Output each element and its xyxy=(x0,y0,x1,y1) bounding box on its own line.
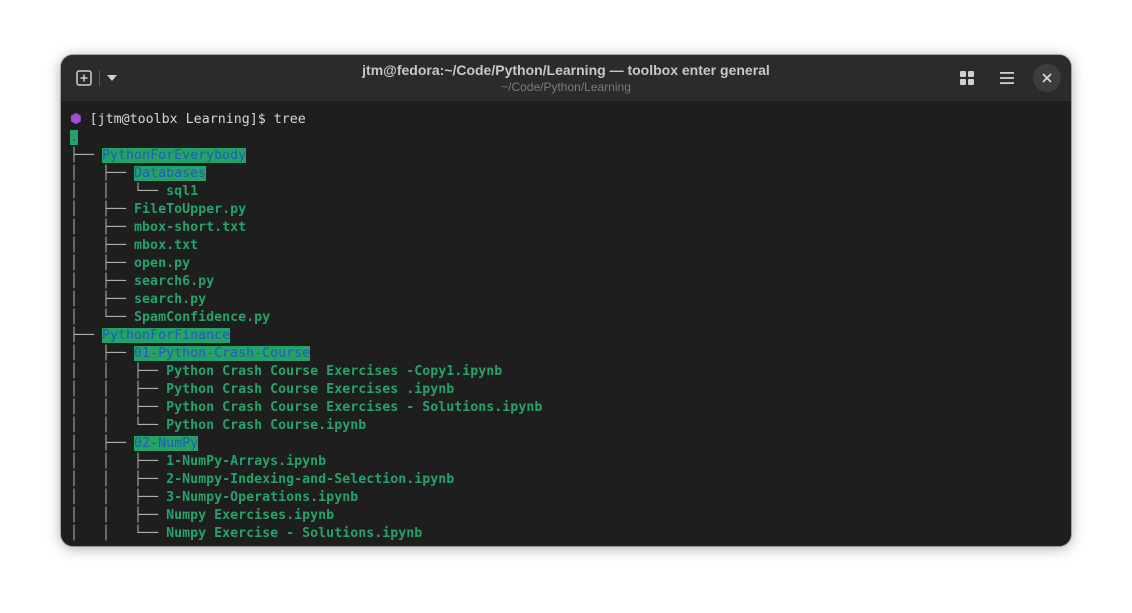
directory-name: Databases xyxy=(134,166,207,181)
tree-line: │ │ ├── 2-Numpy-Indexing-and-Selection.i… xyxy=(70,471,1071,489)
tree-branch: │ ├── xyxy=(70,166,135,181)
tree-branch: ├── xyxy=(70,148,103,163)
tree-branch: │ ├── xyxy=(70,274,135,289)
tree-branch: │ │ ├── xyxy=(70,364,167,379)
tree-line: │ └── SpamConfidence.py xyxy=(70,309,1071,327)
prompt-line: ⬢ [jtm@toolbx Learning]$ tree xyxy=(70,111,1071,129)
divider xyxy=(99,70,100,86)
window-controls xyxy=(941,64,1061,92)
file-name: open.py xyxy=(134,256,191,271)
close-button[interactable] xyxy=(1033,64,1061,92)
title-bar[interactable]: jtm@fedora:~/Code/Python/Learning — tool… xyxy=(61,55,1071,101)
new-tab-icon xyxy=(76,70,92,86)
close-icon xyxy=(1042,73,1052,83)
grid-icon xyxy=(960,71,974,85)
file-name: 1-NumPy-Arrays.ipynb xyxy=(166,454,327,469)
hamburger-menu-icon xyxy=(1000,72,1014,84)
terminal-output[interactable]: ⬢ [jtm@toolbx Learning]$ tree . ├── Pyth… xyxy=(61,101,1071,546)
tree-line: │ ├── mbox-short.txt xyxy=(70,219,1071,237)
tree-line: │ │ ├── Python Crash Course Exercises .i… xyxy=(70,381,1071,399)
tree-line: │ ├── Databases xyxy=(70,165,1071,183)
chevron-down-icon xyxy=(107,75,117,81)
tree-line: │ ├── search6.py xyxy=(70,273,1071,291)
tree-branch: ├── xyxy=(70,328,103,343)
tree-root-line: . xyxy=(70,129,1071,147)
tree-line: │ ├── 02-NumPy xyxy=(70,435,1071,453)
terminal-lines: ⬢ [jtm@toolbx Learning]$ tree . ├── Pyth… xyxy=(70,111,1071,543)
tab-controls xyxy=(71,65,122,91)
tree-branch: │ ├── xyxy=(70,238,135,253)
tree-line: │ │ └── Numpy Exercise - Solutions.ipynb xyxy=(70,525,1071,543)
file-name: 3-Numpy-Operations.ipynb xyxy=(166,490,359,505)
file-name: Python Crash Course.ipynb xyxy=(166,418,367,433)
directory-name: 01-Python-Crash-Course xyxy=(134,346,311,361)
main-menu-button[interactable] xyxy=(993,64,1021,92)
tree-branch: │ │ └── xyxy=(70,526,167,541)
file-name: Python Crash Course Exercises - Solution… xyxy=(166,400,543,415)
prompt-text: [jtm@toolbx Learning]$ tree xyxy=(81,112,306,127)
window-subtitle: ~/Code/Python/Learning xyxy=(501,80,631,94)
file-name: mbox-short.txt xyxy=(134,220,247,235)
title-area: jtm@fedora:~/Code/Python/Learning — tool… xyxy=(61,61,1071,95)
file-name: mbox.txt xyxy=(134,238,199,253)
file-name: SpamConfidence.py xyxy=(134,310,271,325)
tree-line: │ ├── search.py xyxy=(70,291,1071,309)
file-name: sql1 xyxy=(166,184,199,199)
tree-line: │ │ └── Python Crash Course.ipynb xyxy=(70,417,1071,435)
tree-branch: │ │ ├── xyxy=(70,400,167,415)
tree-branch: │ │ ├── xyxy=(70,454,167,469)
tree-root: . xyxy=(70,130,79,145)
tree-branch: │ │ ├── xyxy=(70,382,167,397)
tree-branch: │ │ └── xyxy=(70,418,167,433)
tree-branch: │ ├── xyxy=(70,346,135,361)
tree-branch: │ │ ├── xyxy=(70,490,167,505)
tree-line: │ ├── FileToUpper.py xyxy=(70,201,1071,219)
tree-line: │ │ ├── 1-NumPy-Arrays.ipynb xyxy=(70,453,1071,471)
terminal-window: jtm@fedora:~/Code/Python/Learning — tool… xyxy=(61,55,1071,546)
tab-overview-button[interactable] xyxy=(953,64,981,92)
tree-line: │ │ ├── Python Crash Course Exercises -C… xyxy=(70,363,1071,381)
file-name: search6.py xyxy=(134,274,215,289)
tree-line: │ │ ├── Numpy Exercises.ipynb xyxy=(70,507,1071,525)
tree-branch: │ │ ├── xyxy=(70,472,167,487)
directory-name: PythonForEverybody xyxy=(102,148,247,163)
tree-branch: │ ├── xyxy=(70,202,135,217)
file-name: FileToUpper.py xyxy=(134,202,247,217)
file-name: Numpy Exercise - Solutions.ipynb xyxy=(166,526,423,541)
directory-name: PythonForFinance xyxy=(102,328,231,343)
file-name: 2-Numpy-Indexing-and-Selection.ipynb xyxy=(166,472,455,487)
new-tab-button[interactable] xyxy=(71,65,97,91)
file-name: Numpy Exercises.ipynb xyxy=(166,508,335,523)
tree-branch: │ ├── xyxy=(70,220,135,235)
tree-branch: │ │ └── xyxy=(70,184,167,199)
tree-branch: │ ├── xyxy=(70,256,135,271)
tree-line: │ │ └── sql1 xyxy=(70,183,1071,201)
tree-branch: │ └── xyxy=(70,310,135,325)
tree-line: │ ├── 01-Python-Crash-Course xyxy=(70,345,1071,363)
file-name: Python Crash Course Exercises -Copy1.ipy… xyxy=(166,364,503,379)
tree-branch: │ │ ├── xyxy=(70,508,167,523)
tree-branch: │ ├── xyxy=(70,292,135,307)
tree-line: │ ├── mbox.txt xyxy=(70,237,1071,255)
directory-name: 02-NumPy xyxy=(134,436,199,451)
file-name: Python Crash Course Exercises .ipynb xyxy=(166,382,455,397)
tree-line: ├── PythonForFinance xyxy=(70,327,1071,345)
tab-dropdown-button[interactable] xyxy=(102,65,122,91)
tree-line: │ │ ├── Python Crash Course Exercises - … xyxy=(70,399,1071,417)
tree-line: │ ├── open.py xyxy=(70,255,1071,273)
tree-line: │ │ ├── 3-Numpy-Operations.ipynb xyxy=(70,489,1071,507)
tree-line: ├── PythonForEverybody xyxy=(70,147,1071,165)
window-title: jtm@fedora:~/Code/Python/Learning — tool… xyxy=(362,62,770,78)
tree-branch: │ ├── xyxy=(70,436,135,451)
hexagon-icon: ⬢ xyxy=(70,112,82,127)
file-name: search.py xyxy=(134,292,207,307)
